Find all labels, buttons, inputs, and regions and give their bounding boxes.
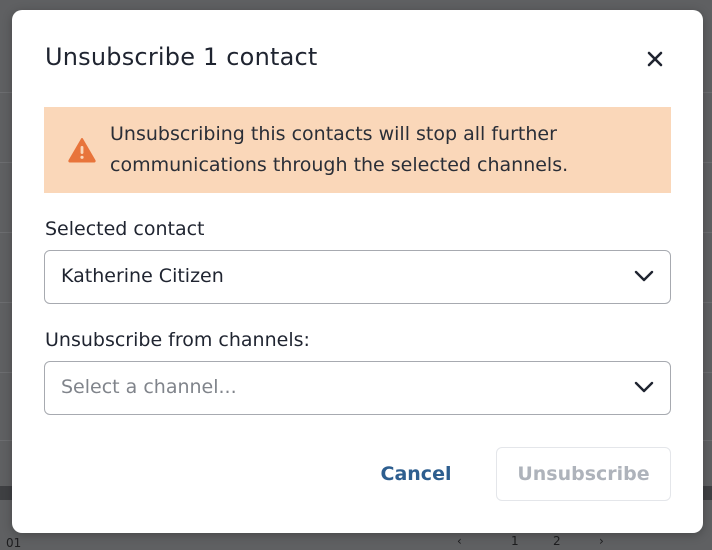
cancel-button[interactable]: Cancel [368, 448, 464, 500]
background-row-count: 01 [6, 536, 22, 550]
background-pagination: ‹ 1 2 › [455, 534, 615, 548]
warning-icon [68, 138, 96, 163]
chevron-down-icon [634, 381, 654, 393]
close-button[interactable] [640, 44, 670, 74]
selected-contact-select[interactable]: Katherine Citizen [44, 250, 671, 304]
unsubscribe-button[interactable]: Unsubscribe [496, 447, 671, 501]
alert-message: Unsubscribing this contacts will stop al… [110, 123, 569, 176]
warning-alert: Unsubscribing this contacts will stop al… [44, 107, 671, 193]
chevron-down-icon [634, 270, 654, 282]
channels-label: Unsubscribe from channels: [45, 329, 310, 351]
close-icon [647, 51, 663, 67]
channels-select[interactable]: Select a channel... [44, 361, 671, 415]
channels-placeholder: Select a channel... [61, 376, 237, 398]
unsubscribe-modal: Unsubscribe 1 contact Unsubscribing this… [12, 10, 703, 533]
selected-contact-value: Katherine Citizen [61, 265, 224, 287]
modal-title: Unsubscribe 1 contact [45, 43, 318, 71]
selected-contact-label: Selected contact [45, 218, 205, 240]
